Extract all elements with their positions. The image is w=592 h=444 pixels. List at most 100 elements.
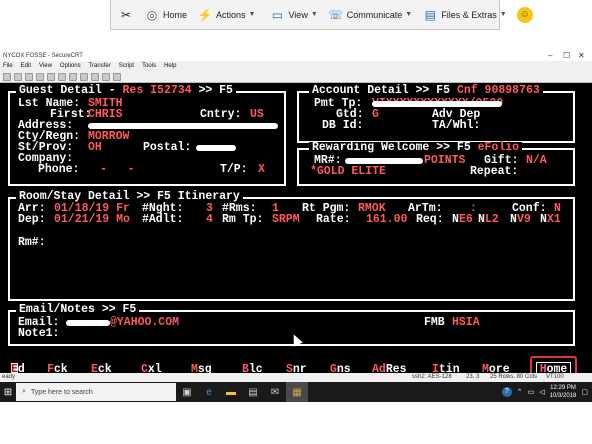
gtd-value: G [372, 108, 379, 121]
menu-transfer[interactable]: Transfer [89, 63, 111, 69]
req-code-value: E6 [459, 213, 473, 226]
caret-down-icon: ▼ [310, 11, 318, 18]
window-title: NYCOX FOSSE - SecureCRT [3, 52, 83, 59]
task-view-icon[interactable]: ▣ [176, 382, 198, 402]
connect-icon[interactable] [3, 72, 11, 81]
minimize-icon[interactable]: – [548, 50, 552, 61]
edge-icon[interactable]: e [198, 382, 220, 402]
remote-toolbar: ✂ ◎ Home ⚡ Actions ▼ ▭ View ▼ ☏ Communicate ▼ ▤… [110, 0, 533, 30]
securecrt-taskbar-icon[interactable]: ▦ [286, 382, 308, 402]
sftp-icon[interactable] [102, 72, 110, 81]
rate-value: 161.00 [366, 213, 408, 226]
volume-icon[interactable]: ◁ [539, 388, 544, 396]
menu-tools[interactable]: Tools [142, 63, 156, 69]
search-icon: ⌕ [22, 388, 26, 395]
redaction-mark [196, 145, 236, 151]
redaction-mark [372, 101, 502, 107]
adlt-label: #Adlt: [142, 213, 184, 226]
phone-value: - - [100, 163, 135, 176]
disconnect-session-icon[interactable] [36, 72, 44, 81]
menu-file[interactable]: File [3, 63, 13, 69]
icon-toolbar [0, 71, 592, 83]
communicate-label: Communicate [346, 9, 403, 20]
view-menu[interactable]: ▭ View ▼ [266, 3, 320, 27]
clock-date: 10/3/2018 [549, 393, 577, 399]
status-ssh: ssh2: AES-128 [412, 374, 452, 380]
close-icon[interactable]: ✕ [578, 50, 585, 61]
rm-number-label: Rm#: [18, 236, 46, 249]
settings-icon[interactable] [91, 72, 99, 81]
windows-logo-icon: ⊞ [3, 386, 13, 398]
cntry-label: Cntry: [200, 108, 242, 121]
mail-icon[interactable]: ✉ [264, 382, 286, 402]
points-value: POINTS [424, 154, 466, 167]
first-value: CHRIS [88, 108, 123, 121]
start-button[interactable]: ⊞ [0, 382, 16, 402]
taskbar-search[interactable]: ⌕ Type here to search [16, 383, 176, 401]
help-icon[interactable]: ? [501, 387, 512, 397]
tp-value: X [258, 163, 265, 176]
clock[interactable]: 12:29 PM 10/3/2018 [550, 384, 577, 400]
network-icon[interactable]: ▭ [528, 388, 535, 396]
note1-label: Note1: [18, 327, 60, 340]
find-icon[interactable] [69, 72, 77, 81]
disconnect-button[interactable]: ✂ [115, 3, 137, 27]
print-icon[interactable] [80, 72, 88, 81]
store-icon[interactable]: ▤ [242, 382, 264, 402]
redaction-mark [88, 123, 278, 129]
smiley-button[interactable]: ☺ [514, 3, 536, 27]
dep-value: 01/21/19 Mo [54, 213, 130, 226]
disconnect-icon: ✂ [120, 7, 132, 22]
room-stay-title: Room/Stay Detail >> F5 Itinerary [16, 191, 243, 202]
help-icon[interactable] [113, 72, 121, 81]
req-code-key: N [452, 213, 459, 226]
paste-icon[interactable] [58, 72, 66, 81]
email-notes-title: Email/Notes >> F5 [16, 304, 140, 315]
notifications-icon[interactable]: ▢ [581, 388, 588, 396]
fmb-value: HSIA [452, 316, 480, 329]
account-detail-title: Account Detail >> F5 Cnf 90898763 [309, 85, 543, 96]
email-value: @YAHOO.COM [110, 316, 180, 329]
home-circle-icon: ◎ [146, 7, 158, 22]
repeat-label: Repeat: [470, 165, 519, 178]
files-label: Files & Extras [441, 9, 497, 20]
cntry-value: US [250, 108, 264, 121]
dep-label: Dep: [18, 213, 46, 226]
file-explorer-icon[interactable]: ▬ [220, 382, 242, 402]
taskbar: ⊞ ⌕ Type here to search ▣ e ▬ ▤ ✉ ▦ ? ⌃ … [0, 382, 592, 402]
status-terminal: VT100 [546, 374, 564, 380]
tier-value: *GOLD ELITE [310, 165, 386, 178]
actions-menu[interactable]: ⚡ Actions ▼ [194, 3, 258, 27]
files-menu[interactable]: ▤ Files & Extras ▼ [419, 3, 509, 27]
menu-script[interactable]: Script [119, 63, 134, 69]
adlt-value: 4 [206, 213, 213, 226]
chevron-up-icon[interactable]: ⌃ [517, 388, 523, 396]
menu-view[interactable]: View [39, 63, 52, 69]
status-size: 25 Rows, 80 Cols [490, 374, 538, 380]
redaction-mark [345, 158, 423, 164]
status-bar: eady ssh2: AES-128 23, 3 25 Rows, 80 Col… [0, 373, 592, 382]
reconnect-icon[interactable] [25, 72, 33, 81]
clock-time: 12:29 PM [550, 385, 576, 391]
menu-options[interactable]: Options [60, 63, 81, 69]
home-label: Home [163, 9, 188, 20]
maximize-icon[interactable]: ☐ [563, 50, 570, 61]
gift-value: N/A [526, 154, 547, 167]
rmtp-label: Rm Tp: [222, 213, 264, 226]
actions-label: Actions [216, 9, 246, 20]
guest-detail-title: Guest Detail - Res I52734 >> F5 [16, 85, 236, 96]
menu-help[interactable]: Help [164, 63, 176, 69]
menu-edit[interactable]: Edit [21, 63, 31, 69]
st-value: OH [88, 141, 102, 154]
quick-connect-icon[interactable] [14, 72, 22, 81]
status-position: 23, 3 [466, 374, 480, 380]
communicate-menu[interactable]: ☏ Communicate ▼ [325, 3, 415, 27]
req-code-value: X1 [547, 213, 561, 226]
rmtp-value: SRPM [272, 213, 300, 226]
home-toolbar-button[interactable]: ◎ Home [141, 3, 190, 27]
phone-label: Phone: [38, 163, 80, 176]
req-code-value: V9 [517, 213, 531, 226]
copy-icon[interactable] [47, 72, 55, 81]
files-icon: ▤ [424, 7, 436, 22]
caret-down-icon: ▼ [499, 11, 507, 18]
